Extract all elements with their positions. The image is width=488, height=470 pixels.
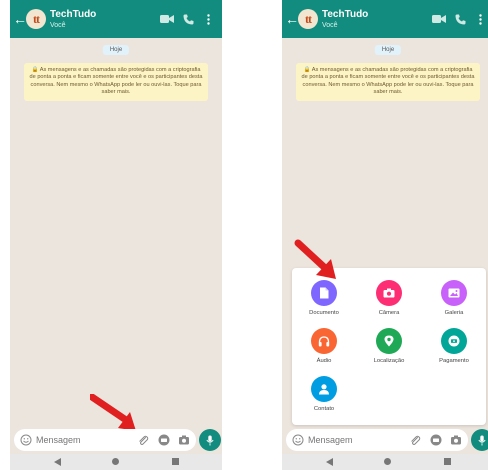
menu-dots-icon[interactable] bbox=[204, 12, 212, 26]
message-input[interactable]: Mensagem bbox=[36, 435, 81, 445]
chat-screen-left: ← tt TechTudo Você Hoje 🔒 As mensagens e… bbox=[10, 0, 222, 470]
document-icon bbox=[311, 280, 337, 306]
microphone-icon bbox=[478, 435, 486, 445]
attach-audio-button[interactable]: Áudio bbox=[294, 328, 354, 364]
attach-payment-button[interactable]: Pagamento bbox=[424, 328, 484, 364]
red-arrow-pointer-icon bbox=[294, 239, 336, 279]
chat-screen-right: ← tt TechTudo Você Hoje 🔒 As mensagens e… bbox=[282, 0, 488, 470]
android-nav-bar bbox=[10, 454, 222, 470]
attach-label: Câmera bbox=[378, 310, 400, 316]
chat-header: ← tt TechTudo Você bbox=[10, 0, 222, 38]
video-call-icon[interactable] bbox=[432, 12, 446, 26]
encryption-notice[interactable]: 🔒 As mensagens e as chamadas são protegi… bbox=[296, 63, 480, 101]
nav-recents-icon[interactable] bbox=[172, 458, 179, 465]
chat-header: ← tt TechTudo Você bbox=[282, 0, 488, 38]
nav-back-icon[interactable] bbox=[54, 458, 61, 466]
attach-document-button[interactable]: Documento bbox=[294, 280, 354, 316]
contact-name[interactable]: TechTudo bbox=[50, 9, 96, 20]
attach-label: Localização bbox=[373, 358, 405, 364]
attach-label: Galeria bbox=[444, 310, 464, 316]
camera-icon[interactable] bbox=[178, 434, 190, 446]
location-icon bbox=[376, 328, 402, 354]
attach-contact-button[interactable]: Contato bbox=[294, 376, 354, 412]
contact-icon bbox=[311, 376, 337, 402]
avatar-logo-text: tt bbox=[33, 11, 40, 26]
phone-call-icon[interactable] bbox=[454, 12, 466, 26]
nav-recents-icon[interactable] bbox=[444, 458, 451, 465]
avatar-logo-text: tt bbox=[305, 11, 312, 26]
attach-camera-button[interactable]: Câmera bbox=[359, 280, 419, 316]
date-chip: Hoje bbox=[374, 45, 402, 55]
avatar[interactable]: tt bbox=[26, 9, 46, 29]
attach-label: Contato bbox=[313, 406, 335, 412]
video-call-icon[interactable] bbox=[160, 12, 174, 26]
red-arrow-pointer-icon bbox=[90, 394, 136, 431]
back-arrow-icon[interactable]: ← bbox=[285, 9, 299, 29]
phone-call-icon[interactable] bbox=[182, 12, 194, 26]
attach-gallery-button[interactable]: Galeria bbox=[424, 280, 484, 316]
camera-icon bbox=[376, 280, 402, 306]
contact-status: Você bbox=[322, 22, 338, 29]
avatar[interactable]: tt bbox=[298, 9, 318, 29]
attachment-menu: Documento Câmera Galeria Áudio Localizaç… bbox=[292, 268, 486, 425]
payment-icon[interactable] bbox=[158, 434, 170, 446]
nav-home-icon[interactable] bbox=[112, 458, 119, 465]
android-nav-bar bbox=[282, 454, 488, 470]
back-arrow-icon[interactable]: ← bbox=[13, 9, 27, 29]
mic-button[interactable] bbox=[199, 429, 221, 451]
contact-status: Você bbox=[50, 22, 66, 29]
microphone-icon bbox=[206, 435, 214, 445]
gallery-icon bbox=[441, 280, 467, 306]
attach-clip-icon[interactable] bbox=[409, 434, 421, 446]
headphones-icon bbox=[311, 328, 337, 354]
attach-label: Áudio bbox=[316, 358, 332, 364]
camera-icon[interactable] bbox=[450, 434, 462, 446]
encryption-notice[interactable]: 🔒 As mensagens e as chamadas são protegi… bbox=[24, 63, 208, 101]
attach-clip-icon[interactable] bbox=[137, 434, 149, 446]
attach-label: Documento bbox=[309, 310, 339, 316]
payment-icon[interactable] bbox=[430, 434, 442, 446]
emoji-icon[interactable] bbox=[292, 434, 304, 446]
nav-home-icon[interactable] bbox=[384, 458, 391, 465]
contact-name[interactable]: TechTudo bbox=[322, 9, 368, 20]
nav-back-icon[interactable] bbox=[326, 458, 333, 466]
message-input-bar[interactable]: Mensagem bbox=[286, 429, 468, 451]
date-chip: Hoje bbox=[102, 45, 130, 55]
menu-dots-icon[interactable] bbox=[476, 12, 484, 26]
mic-button[interactable] bbox=[471, 429, 488, 451]
attach-label: Pagamento bbox=[439, 358, 469, 364]
message-input-bar[interactable]: Mensagem bbox=[14, 429, 196, 451]
emoji-icon[interactable] bbox=[20, 434, 32, 446]
message-input[interactable]: Mensagem bbox=[308, 435, 353, 445]
payment-icon bbox=[441, 328, 467, 354]
attach-location-button[interactable]: Localização bbox=[359, 328, 419, 364]
